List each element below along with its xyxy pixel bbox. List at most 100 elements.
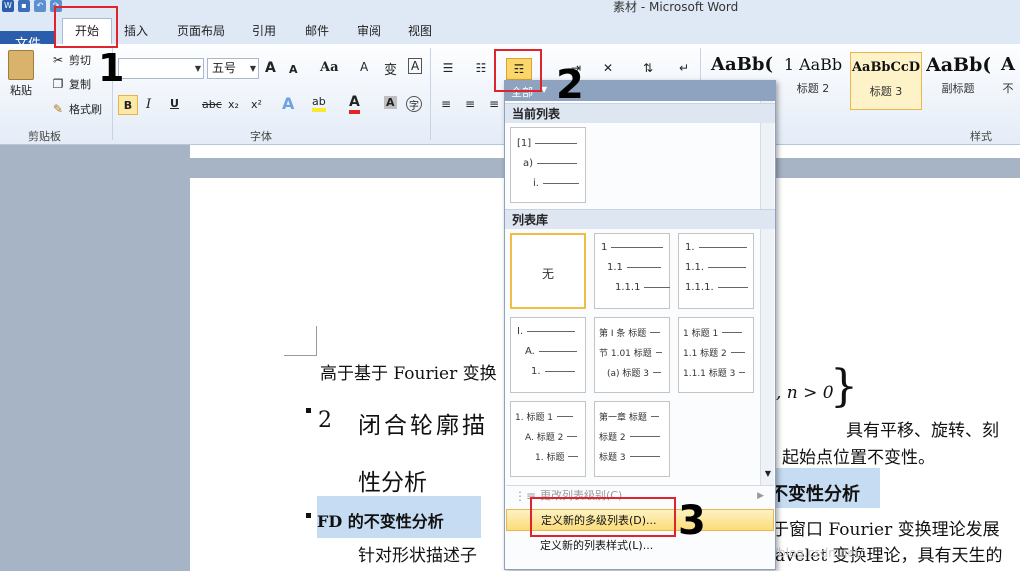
list-tile-heading-numeric[interactable]: 1 标题 1 1.1 标题 2 1.1.1 标题 3 — [678, 317, 754, 393]
superscript-button[interactable]: x² — [251, 98, 262, 111]
numbering-button[interactable]: ☷ — [473, 60, 489, 76]
style-preview: AaBb( — [926, 54, 990, 76]
align-center-icon: ≡ — [464, 97, 476, 111]
underline-button[interactable]: U — [170, 97, 179, 110]
list-tile-heading-mixed[interactable]: 1. 标题 1 A. 标题 2 1. 标题 — [510, 401, 586, 477]
menu-item-label: 定义新的列表样式(L)... — [540, 539, 654, 552]
style-preview: 1 AaBb — [783, 55, 843, 74]
margin-mark — [284, 355, 316, 356]
copy-label: 复制 — [69, 78, 91, 91]
shrink-font-button[interactable]: A — [289, 63, 298, 76]
change-case-button[interactable]: Aa — [320, 60, 339, 75]
style-name: 副标题 — [941, 82, 975, 95]
paragraph-line: 具有平移、旋转、刻 — [846, 421, 999, 441]
tab-review[interactable]: 审阅 — [357, 22, 381, 39]
cut-label: 剪切 — [69, 54, 91, 67]
chinese-layout-icon: ✕ — [602, 61, 614, 75]
format-painter-label: 格式刷 — [69, 103, 102, 116]
font-name-combo[interactable]: ▼ — [118, 58, 204, 79]
style-preview: AaBbCcD — [851, 60, 921, 75]
strikethrough-button[interactable]: abc — [202, 98, 222, 111]
bold-button[interactable]: B — [118, 95, 138, 115]
clipboard-group-label: 剪贴板 — [28, 130, 61, 143]
tab-insert[interactable]: 插入 — [124, 22, 148, 39]
text-effects-button[interactable]: A — [282, 94, 294, 113]
sort-button[interactable]: ⇅ — [640, 60, 656, 76]
level-label: 1.1.1 — [615, 282, 641, 293]
level-label: 1. 标题 1 — [515, 413, 554, 423]
paragraph-line: 高于基于 Fourier 变换 — [320, 364, 497, 384]
menu-filter-bar[interactable]: 全部 ▼ — [505, 81, 775, 101]
chinese-layout-button[interactable]: ✕ — [600, 60, 616, 76]
cut-button[interactable]: ✂ 剪切 — [50, 52, 91, 68]
paragraph-mark-icon: ↵ — [678, 61, 690, 75]
list-tile-numeric[interactable]: 1 1.1 1.1.1 — [594, 233, 671, 309]
define-list-style-item[interactable]: 定义新的列表样式(L)... — [506, 535, 774, 557]
show-marks-button[interactable]: ↵ — [676, 60, 692, 76]
italic-button[interactable]: I — [146, 97, 151, 112]
highlight-button[interactable]: ab — [312, 95, 326, 112]
font-group-label: 字体 — [250, 130, 272, 143]
ribbon-tabs: 文件 开始 插入 页面布局 引用 邮件 审阅 视图 — [0, 14, 1020, 58]
current-list-tile[interactable]: [1] a) i. — [510, 127, 586, 203]
style-subtitle[interactable]: AaBb( 副标题 — [926, 50, 990, 106]
level-label: A. 标题 2 — [525, 433, 564, 443]
align-right-button[interactable]: ≡ — [486, 96, 502, 112]
save-icon[interactable]: ▪ — [18, 0, 30, 12]
level-label: 1 — [601, 242, 608, 253]
undo-icon[interactable]: ↶ — [34, 0, 46, 12]
tab-view[interactable]: 视图 — [408, 22, 432, 39]
enclose-char-button[interactable]: 字 — [406, 96, 422, 112]
style-heading-3[interactable]: AaBbCcD 标题 3 — [850, 52, 922, 110]
level-label: 标题 3 — [599, 453, 626, 463]
numbered-list-icon: ☷ — [475, 61, 487, 75]
window-title: 素材 - Microsoft Word — [613, 0, 739, 14]
annotation-box — [494, 49, 542, 92]
list-tile-article[interactable]: 第 I 条 标题 节 1.01 标题 (a) 标题 3 — [594, 317, 670, 393]
paragraph-line: 于窗口 Fourier 变换理论发展 — [772, 520, 1000, 540]
chevron-down-icon[interactable]: ▼ — [195, 59, 201, 78]
list-tile-none[interactable]: 无 — [510, 233, 586, 309]
align-center-button[interactable]: ≡ — [462, 96, 478, 112]
align-left-icon: ≡ — [440, 97, 452, 111]
chevron-right-icon: ▶ — [757, 491, 764, 501]
list-tile-roman[interactable]: I. A. 1. — [510, 317, 586, 393]
align-left-button[interactable]: ≡ — [438, 96, 454, 112]
tab-references[interactable]: 引用 — [252, 22, 276, 39]
level-label: 标题 2 — [599, 433, 626, 443]
level-label: I. — [517, 326, 524, 337]
font-size-combo[interactable]: 五号 ▼ — [207, 58, 259, 79]
annotation-number: 1 — [98, 46, 125, 90]
tab-page-layout[interactable]: 页面布局 — [177, 22, 225, 39]
brush-icon: ✎ — [52, 102, 64, 116]
list-tile-numeric-dot[interactable]: 1. 1.1. 1.1.1. — [678, 233, 754, 309]
level-label: (a) 标题 3 — [607, 369, 649, 379]
char-border-button[interactable]: A — [408, 58, 423, 74]
chevron-down-icon[interactable]: ▼ — [250, 59, 256, 78]
word-logo-icon: W — [2, 0, 14, 12]
font-size-value: 五号 — [212, 61, 237, 75]
format-painter-button[interactable]: ✎ 格式刷 — [50, 101, 102, 117]
paste-label: 粘贴 — [10, 84, 32, 97]
menu-scrollbar[interactable]: ▲ ▼ — [760, 101, 774, 485]
subscript-button[interactable]: x₂ — [228, 98, 239, 111]
char-shading-button[interactable]: A — [384, 96, 397, 109]
bullets-button[interactable]: ☰ — [440, 60, 456, 76]
paste-button[interactable]: 粘贴 — [8, 50, 34, 98]
clear-format-button[interactable]: A — [360, 60, 368, 74]
font-color-button[interactable]: A — [349, 94, 360, 114]
copy-button[interactable]: ❐ 复制 — [50, 76, 91, 92]
grow-font-button[interactable]: A — [265, 60, 276, 76]
paragraph-line: 针对形状描述子 — [358, 546, 477, 566]
scroll-down-icon[interactable]: ▼ — [763, 469, 773, 479]
align-right-icon: ≡ — [488, 97, 500, 111]
level-label: A. — [525, 346, 535, 357]
style-more[interactable]: A不 — [996, 50, 1020, 106]
highlighted-text: 不变性分析 — [770, 468, 880, 508]
list-tile-chapter[interactable]: 第一章 标题 标题 2 标题 3 — [594, 401, 670, 477]
phonetic-guide-button[interactable]: 变 — [384, 59, 397, 78]
styles-group-label: 样式 — [970, 130, 992, 143]
tab-mailings[interactable]: 邮件 — [305, 22, 329, 39]
style-heading-2[interactable]: 1 AaBb 标题 2 — [780, 50, 846, 106]
current-list-header: 当前列表 — [505, 103, 775, 123]
